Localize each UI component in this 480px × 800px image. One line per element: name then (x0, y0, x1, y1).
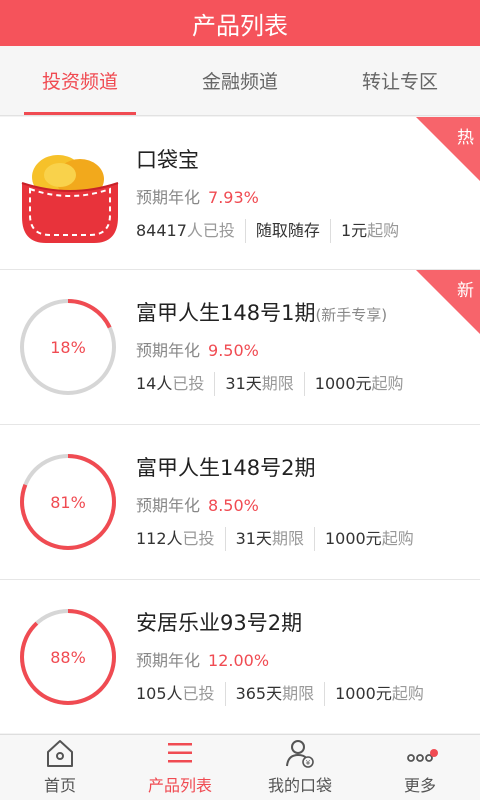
investor-count: 112人已投 (136, 527, 226, 551)
term: 31天期限 (225, 372, 305, 396)
progress-percent: 88% (50, 647, 86, 667)
investors-value: 105人 (136, 684, 183, 703)
term-unit: 期限 (282, 684, 315, 703)
rate-label: 预期年化 (136, 188, 201, 207)
term: 随取随存 (256, 219, 331, 243)
tabbar-my-wallet[interactable]: ¥ 我的口袋 (240, 735, 360, 800)
investors-value: 112人 (136, 529, 183, 548)
min-purchase: 1元起购 (341, 219, 409, 243)
product-meta: 105人已投 365天期限 1000元起购 (136, 682, 470, 706)
investor-count: 14人已投 (136, 372, 216, 396)
tab-transfer[interactable]: 转让专区 (320, 46, 480, 115)
min-value: 1000元 (324, 529, 382, 548)
progress-ring: 18% (18, 297, 118, 397)
tab-investment[interactable]: 投资频道 (0, 46, 160, 115)
title-bar: 产品列表 (0, 0, 480, 46)
expected-rate: 预期年化 9.50% (136, 340, 470, 362)
progress-ring: 88% (18, 607, 118, 707)
notification-dot (430, 749, 438, 757)
product-name-text: 安居乐业93号2期 (136, 611, 303, 635)
list-icon (168, 743, 192, 763)
purse-icon (21, 155, 119, 243)
progress-percent: 18% (50, 337, 86, 357)
tabbar-label: 首页 (43, 776, 76, 795)
term-unit: 期限 (271, 529, 304, 548)
page-title: 产品列表 (192, 11, 288, 40)
investors-unit: 已投 (172, 374, 205, 393)
min-purchase: 1000元起购 (335, 682, 434, 706)
rate-label: 预期年化 (136, 341, 201, 360)
tabbar-label: 产品列表 (147, 776, 212, 795)
product-meta: 14人已投 31天期限 1000元起购 (136, 372, 470, 396)
product-name: 安居乐业93号2期 (136, 608, 470, 638)
term: 365天期限 (236, 682, 326, 706)
min-unit: 起购 (391, 684, 424, 703)
investors-value: 84417 (136, 221, 187, 240)
investors-value: 14人 (136, 374, 173, 393)
tabbar-more[interactable]: 更多 (360, 735, 480, 800)
term: 31天期限 (236, 527, 315, 551)
product-item[interactable]: 口袋宝 预期年化 7.93% 84417人已投 随取随存 1元起购 热 (0, 117, 480, 270)
investors-unit: 已投 (182, 529, 215, 548)
product-info: 安居乐业93号2期 预期年化 12.00% 105人已投 365天期限 1000元… (136, 608, 470, 706)
term-value: 31天 (235, 529, 272, 548)
bottom-tab-bar: 首页 产品列表 ¥ 我的口袋 更多 (0, 734, 480, 800)
tabbar-label: 更多 (403, 776, 436, 795)
home-icon (47, 740, 73, 767)
rate-value: 9.50% (208, 341, 259, 360)
user-wallet-icon: ¥ (286, 740, 314, 768)
progress-percent: 81% (50, 492, 86, 512)
progress-ring: 81% (18, 452, 118, 552)
min-unit: 起购 (367, 221, 400, 240)
product-name: 富甲人生148号2期 (136, 453, 470, 483)
min-value: 1000元 (335, 684, 392, 703)
min-purchase: 1000元起购 (325, 527, 424, 551)
channel-tabs: 投资频道 金融频道 转让专区 (0, 46, 480, 116)
min-unit: 起购 (381, 529, 414, 548)
investors-unit: 人已投 (186, 221, 235, 240)
badge-text: 新 (457, 281, 474, 301)
new-badge: 新 (416, 270, 480, 334)
term-value: 365天 (235, 684, 283, 703)
product-list: 口袋宝 预期年化7.93% 84417人已投 随取随存 1元起购 热 18% (0, 117, 480, 733)
tabbar-product-list[interactable]: 产品列表 (120, 735, 240, 800)
svg-text:¥: ¥ (306, 759, 311, 767)
rate-value: 12.00% (208, 651, 270, 670)
product-name-text: 口袋宝 (136, 148, 199, 172)
tab-finance[interactable]: 金融频道 (160, 46, 320, 115)
product-note: (新手专享) (315, 306, 388, 324)
term-value: 31天 (225, 374, 262, 393)
rate-label: 预期年化 (136, 496, 201, 515)
product-name-text: 富甲人生148号2期 (136, 456, 316, 480)
rate-value: 7.93% (208, 188, 259, 207)
min-purchase: 1000元起购 (315, 372, 414, 396)
rate-value: 8.50% (208, 496, 259, 515)
tabbar-home[interactable]: 首页 (0, 735, 120, 800)
expected-rate: 预期年化 8.50% (136, 495, 470, 517)
product-item[interactable]: 81% 富甲人生148号2期 预期年化 8.50% 112人已投 31天期限 10… (0, 425, 480, 580)
product-meta: 84417人已投 随取随存 1元起购 (136, 219, 470, 243)
product-name-text: 富甲人生148号1期 (136, 301, 316, 325)
hot-badge: 热 (416, 117, 480, 181)
term-unit: 期限 (261, 374, 294, 393)
investor-count: 105人已投 (136, 682, 226, 706)
badge-text: 热 (457, 128, 474, 148)
investors-unit: 已投 (182, 684, 215, 703)
rate-label: 预期年化 (136, 651, 201, 670)
product-item[interactable]: 18% 富甲人生148号1期(新手专享) 预期年化 9.50% 14人已投 31天… (0, 270, 480, 425)
product-info: 富甲人生148号2期 预期年化 8.50% 112人已投 31天期限 1000元起… (136, 453, 470, 551)
product-item[interactable]: 88% 安居乐业93号2期 预期年化 12.00% 105人已投 365天期限 1… (0, 580, 480, 733)
investor-count: 84417人已投 (136, 219, 246, 243)
tabbar-label: 我的口袋 (267, 776, 332, 795)
min-value: 1000元 (314, 374, 372, 393)
min-unit: 起购 (371, 374, 404, 393)
expected-rate: 预期年化 7.93% (136, 187, 470, 209)
min-value: 1元 (340, 221, 368, 240)
term-value: 随取随存 (255, 221, 320, 240)
expected-rate: 预期年化 12.00% (136, 650, 470, 672)
product-meta: 112人已投 31天期限 1000元起购 (136, 527, 470, 551)
